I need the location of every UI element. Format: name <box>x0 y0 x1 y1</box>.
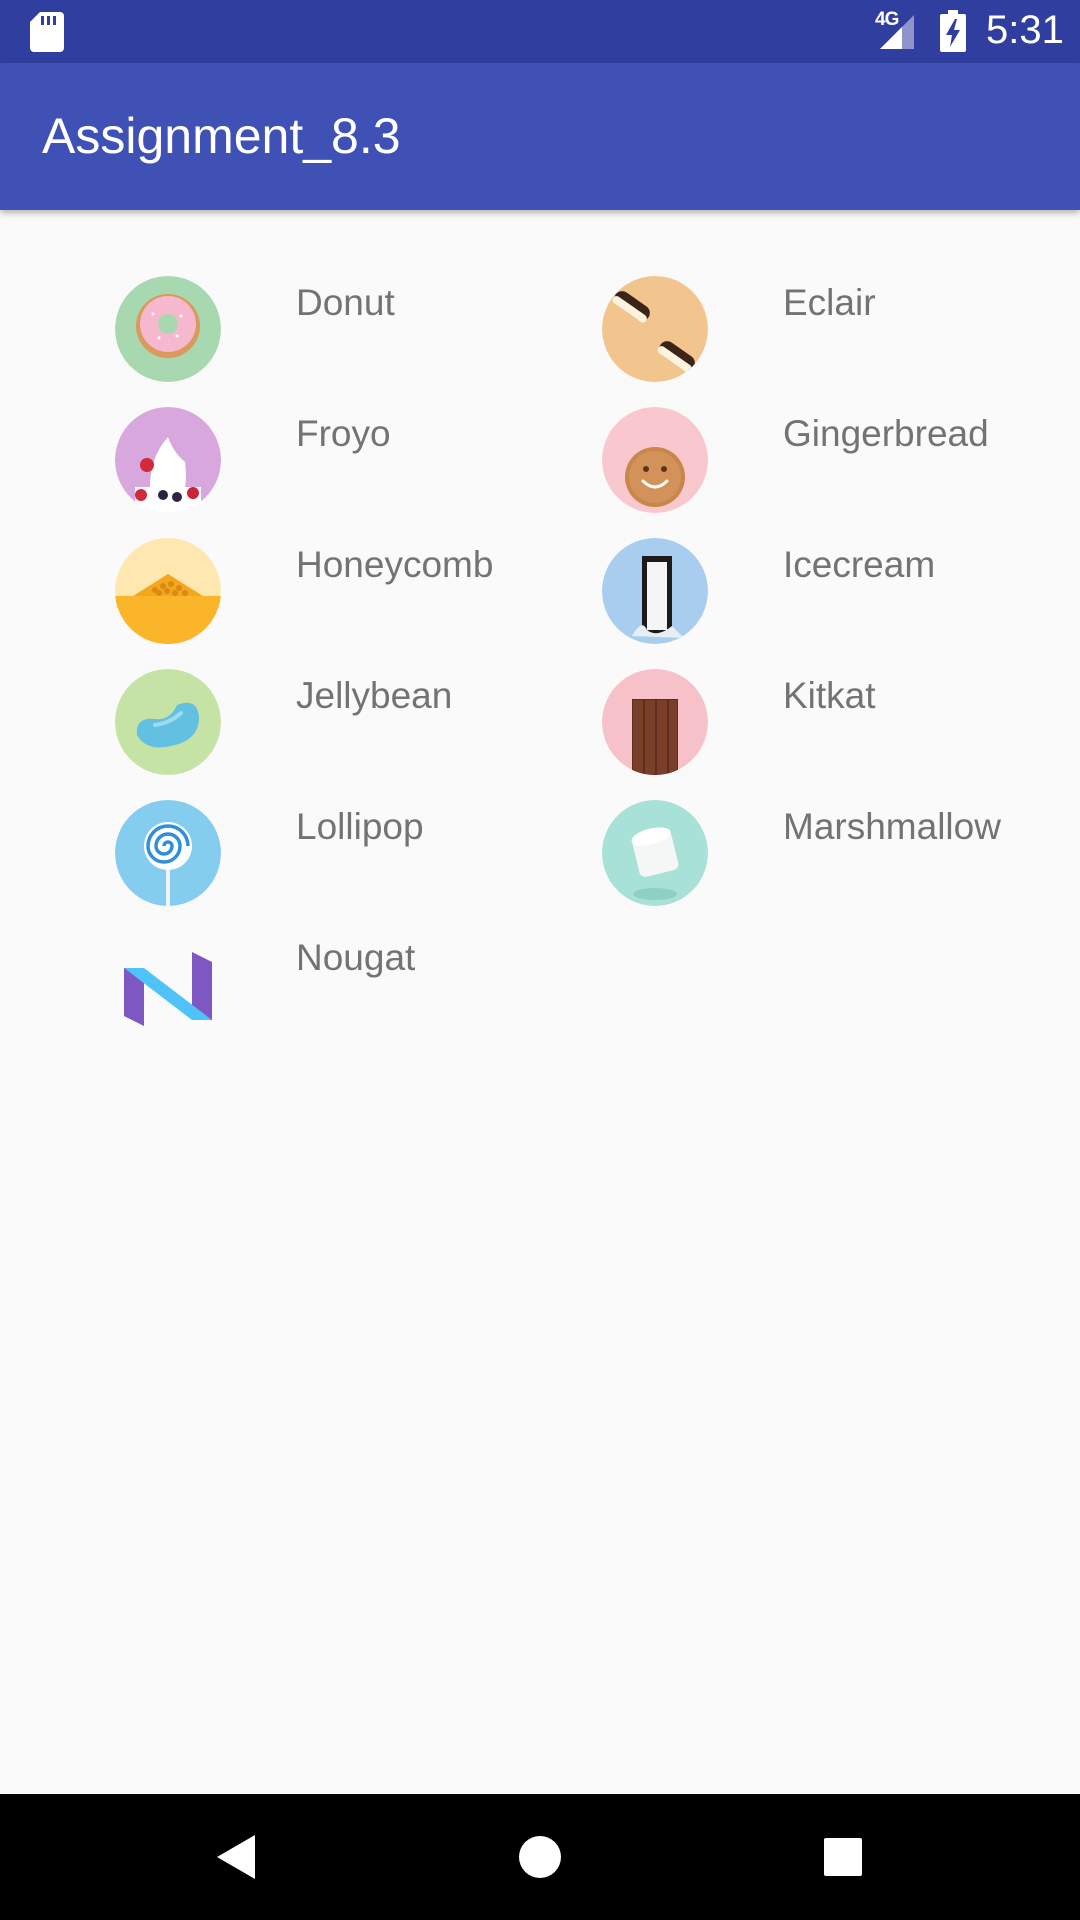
grid-item-donut[interactable]: Donut <box>0 210 480 382</box>
item-label: Kitkat <box>783 675 876 716</box>
item-label: Donut <box>296 282 395 323</box>
nougat-icon <box>115 931 221 1037</box>
app-bar: Assignment_8.3 <box>0 63 1080 210</box>
grid-item-honeycomb[interactable]: Honeycomb <box>0 472 493 644</box>
grid-item-lollipop[interactable]: Lollipop <box>0 734 480 906</box>
grid-item-jellybean[interactable]: Jellybean <box>0 603 480 775</box>
back-icon <box>217 1835 255 1879</box>
home-icon <box>519 1836 561 1878</box>
home-button[interactable] <box>480 1794 600 1920</box>
navigation-bar <box>0 1794 1080 1920</box>
item-label: Honeycomb <box>296 544 494 585</box>
item-label: Nougat <box>296 937 416 978</box>
item-label: Froyo <box>296 413 391 454</box>
recents-button[interactable] <box>783 1794 903 1920</box>
item-label: Marshmallow <box>783 806 1001 847</box>
item-label: Lollipop <box>296 806 424 847</box>
version-grid: Donut Eclair Froyo Gingerbread Honeycomb… <box>0 210 1080 1794</box>
grid-item-eclair[interactable]: Eclair <box>487 210 967 382</box>
grid-item-marshmallow[interactable]: Marshmallow <box>487 734 1001 906</box>
app-title: Assignment_8.3 <box>42 108 401 164</box>
item-label: Icecream <box>783 544 936 585</box>
item-label: Jellybean <box>296 675 453 716</box>
sd-card-icon <box>30 12 64 52</box>
clock: 5:31 <box>986 8 1064 52</box>
grid-item-kitkat[interactable]: Kitkat <box>487 603 967 775</box>
grid-item-froyo[interactable]: Froyo <box>0 341 480 513</box>
grid-item-nougat[interactable]: Nougat <box>0 865 480 1026</box>
grid-item-icecream[interactable]: Icecream <box>487 472 967 644</box>
marshmallow-icon <box>602 800 708 906</box>
grid-item-gingerbread[interactable]: Gingerbread <box>487 341 989 513</box>
item-label: Eclair <box>783 282 876 323</box>
back-button[interactable] <box>177 1794 297 1920</box>
recents-icon <box>824 1838 862 1876</box>
battery-charging-icon <box>940 10 966 52</box>
signal-icon <box>880 15 914 49</box>
status-bar: 4G 5:31 <box>0 0 1080 63</box>
item-label: Gingerbread <box>783 413 989 454</box>
